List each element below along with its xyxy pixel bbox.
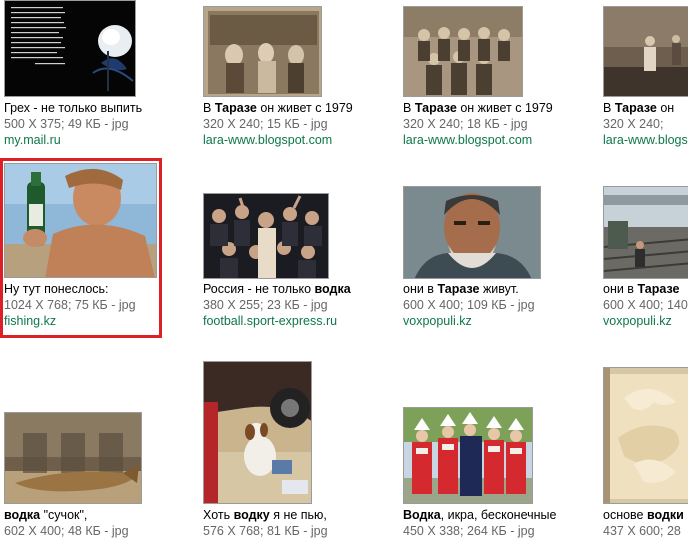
- result-title[interactable]: они в Таразе: [603, 281, 688, 297]
- result-thumbnail[interactable]: [403, 6, 523, 97]
- result-thumbnail[interactable]: [403, 407, 533, 504]
- result-meta: 600 X 400; 109 КБ - jpg: [403, 298, 535, 312]
- result-title[interactable]: основе водки: [603, 507, 688, 523]
- result-thumbnail[interactable]: [203, 361, 312, 504]
- result-source[interactable]: football.sport-express.ru: [203, 313, 403, 329]
- result-meta: 380 X 255; 23 КБ - jpg: [203, 298, 328, 312]
- result-source[interactable]: lara-www.blogspot.com: [203, 132, 403, 148]
- result-meta: 320 X 240;: [603, 117, 664, 131]
- result-thumbnail[interactable]: [4, 0, 136, 97]
- result-meta: 602 X 400; 48 КБ - jpg: [4, 524, 129, 538]
- result-meta: 576 X 768; 81 КБ - jpg: [203, 524, 328, 538]
- result-meta: 320 X 240; 15 КБ - jpg: [203, 117, 328, 131]
- result-thumbnail[interactable]: [4, 163, 157, 278]
- result-source[interactable]: my.mail.ru: [4, 132, 204, 148]
- result-title[interactable]: Ну тут понеслось:: [4, 281, 204, 297]
- result-source[interactable]: lara-www.blogspot.com: [403, 132, 603, 148]
- result-thumbnail[interactable]: [203, 6, 322, 97]
- result-thumbnail[interactable]: [4, 412, 142, 504]
- result-thumbnail[interactable]: [603, 6, 688, 97]
- result-meta: 437 X 600; 28: [603, 524, 681, 538]
- result-meta: 450 X 338; 264 КБ - jpg: [403, 524, 535, 538]
- result-meta: 1024 X 768; 75 КБ - jpg: [4, 298, 136, 312]
- result-title[interactable]: Водка, икра, бесконечные: [403, 507, 603, 523]
- result-source[interactable]: voxpopuli.kz: [603, 313, 688, 329]
- result-meta: 500 X 375; 49 КБ - jpg: [4, 117, 129, 131]
- result-thumbnail[interactable]: [203, 193, 329, 279]
- result-source[interactable]: lara-www.blogs: [603, 132, 688, 148]
- result-title[interactable]: В Таразе он живет с 1979: [203, 100, 403, 116]
- result-title[interactable]: В Таразе он: [603, 100, 688, 116]
- result-title[interactable]: Россия - не только водка: [203, 281, 403, 297]
- result-source[interactable]: fishing.kz: [4, 313, 204, 329]
- result-title[interactable]: Грех - не только выпить: [4, 100, 204, 116]
- result-title[interactable]: они в Таразе живут.: [403, 281, 603, 297]
- result-thumbnail[interactable]: [603, 367, 688, 504]
- result-thumbnail[interactable]: [403, 186, 541, 279]
- result-title[interactable]: Хоть водку я не пью,: [203, 507, 403, 523]
- result-thumbnail[interactable]: [603, 186, 688, 279]
- result-meta: 320 X 240; 18 КБ - jpg: [403, 117, 528, 131]
- result-meta: 600 X 400; 140: [603, 298, 688, 312]
- result-title[interactable]: водка "сучок",: [4, 507, 204, 523]
- result-source[interactable]: voxpopuli.kz: [403, 313, 603, 329]
- result-title[interactable]: В Таразе он живет с 1979: [403, 100, 603, 116]
